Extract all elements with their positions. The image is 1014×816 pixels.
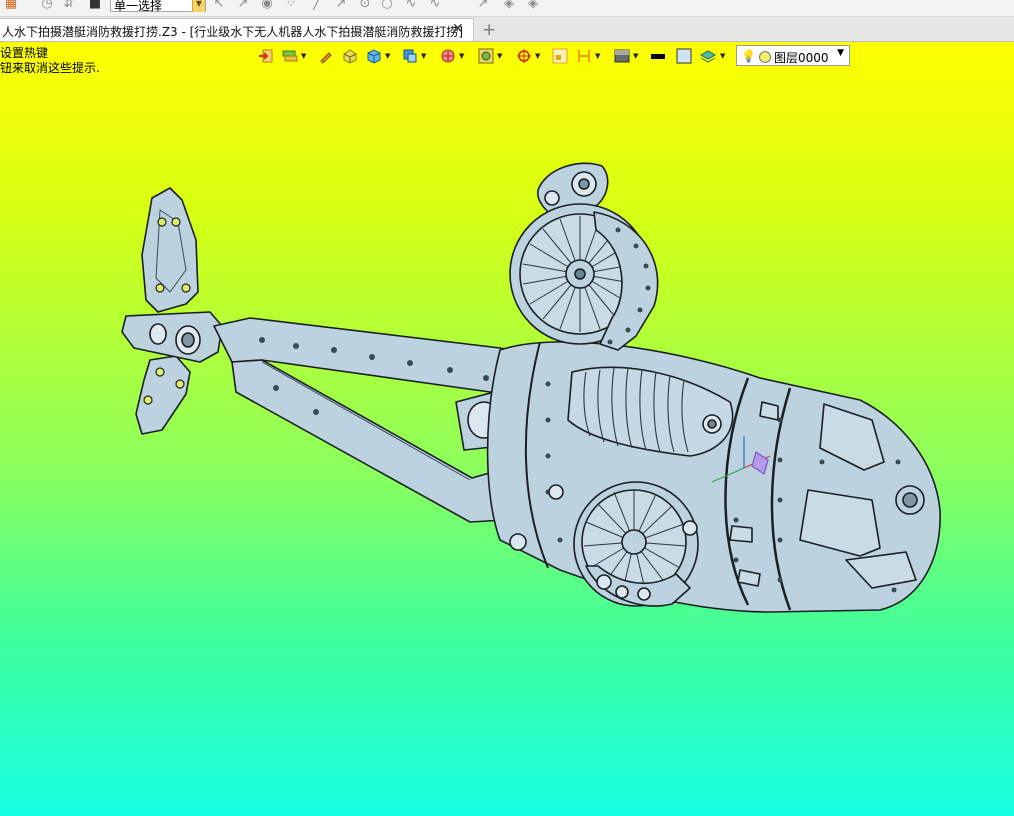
rov-3d-model[interactable] xyxy=(0,42,1014,816)
selection-mode-value: 单一选择 xyxy=(114,0,163,13)
arc-icon[interactable]: ⌒ xyxy=(452,0,466,11)
cursor-icon[interactable]: ⇵ xyxy=(62,0,76,11)
spline-icon[interactable]: ∿ xyxy=(428,0,442,11)
new-tab-icon[interactable]: + xyxy=(482,20,496,40)
3d-viewport[interactable]: 设置热键 钮来取消这些提示. ▼ ▼ ▼ ▼ ▼ ▼ ▼ ▼ ▼ 💡 图层000… xyxy=(0,42,1014,816)
command-toolbar: ▦ ◷ ⇵ ■ 单一选择 ▼ ↖ ↗ ◉ ⁘ ╱ ↗ ⊙ ○ ∿ ∿ ⌒ ↗ ◈… xyxy=(0,0,1014,17)
stop-icon[interactable]: ■ xyxy=(88,0,102,11)
document-tab-title: 人水下拍摄潜艇消防救援打捞.Z3 - [行业级水下无人机器人水下拍摄潜艇消防救援… xyxy=(2,25,463,39)
document-tab[interactable]: 人水下拍摄潜艇消防救援打捞.Z3 - [行业级水下无人机器人水下拍摄潜艇消防救援… xyxy=(0,18,474,41)
circle-icon[interactable]: ○ xyxy=(380,0,394,11)
surface2-icon[interactable]: ◈ xyxy=(526,0,540,11)
scatter-icon[interactable]: ⁘ xyxy=(284,0,298,11)
play-icon[interactable]: ◉ xyxy=(260,0,274,11)
claw-lower-finger xyxy=(135,355,191,435)
selection-mode-select[interactable]: 单一选择 ▼ xyxy=(110,0,206,13)
document-tab-bar: 人水下拍摄潜艇消防救援打捞.Z3 - [行业级水下无人机器人水下拍摄潜艇消防救援… xyxy=(0,17,1014,42)
claw-upper-finger xyxy=(141,187,199,313)
surface-icon[interactable]: ◈ xyxy=(502,0,516,11)
arrow-line-icon[interactable]: ↗ xyxy=(334,0,348,11)
line-icon[interactable]: ╱ xyxy=(310,0,324,11)
close-tab-icon[interactable]: ✕ xyxy=(452,21,464,37)
app-icon[interactable]: ▦ xyxy=(4,0,18,11)
point-circle-icon[interactable]: ⊙ xyxy=(358,0,372,11)
claw-wrist xyxy=(121,311,223,363)
pick-icon[interactable]: ↖ xyxy=(212,0,226,11)
arrow-icon[interactable]: ↗ xyxy=(476,0,490,11)
chevron-down-icon[interactable]: ▼ xyxy=(192,0,205,12)
curve-icon[interactable]: ∿ xyxy=(404,0,418,11)
pick2-icon[interactable]: ↗ xyxy=(236,0,250,11)
filter-icon[interactable]: ◷ xyxy=(40,0,54,11)
